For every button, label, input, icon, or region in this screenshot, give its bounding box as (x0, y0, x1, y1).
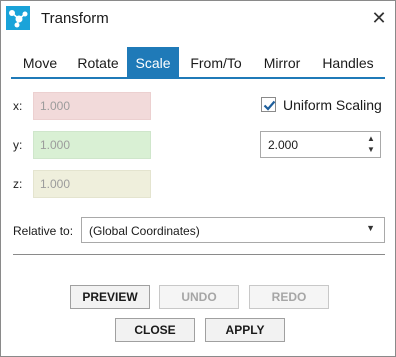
z-scale-field[interactable]: 1.000 (33, 170, 151, 198)
apply-button[interactable]: APPLY (205, 318, 285, 342)
close-icon[interactable]: ✕ (369, 7, 389, 29)
preview-button[interactable]: PREVIEW (70, 285, 150, 309)
tab-rotate[interactable]: Rotate (69, 47, 127, 77)
spin-up-icon[interactable]: ▲ (366, 134, 376, 144)
x-scale-field[interactable]: 1.000 (33, 92, 151, 120)
relative-to-label: Relative to: (13, 224, 74, 238)
spin-down-icon[interactable]: ▼ (366, 145, 376, 155)
dropdown-arrow-icon[interactable]: ▼ (366, 223, 375, 233)
relative-to-value: (Global Coordinates) (89, 224, 200, 238)
z-label: z: (13, 177, 23, 191)
y-scale-field[interactable]: 1.000 (33, 131, 151, 159)
x-label: x: (13, 99, 23, 113)
uniform-scaling-checkbox[interactable] (261, 97, 276, 112)
undo-button[interactable]: UNDO (159, 285, 239, 309)
tab-move[interactable]: Move (11, 47, 69, 77)
tab-from-to[interactable]: From/To (179, 47, 253, 77)
title-bar[interactable]: Transform ✕ (1, 1, 395, 37)
uniform-scaling-label: Uniform Scaling (283, 97, 382, 113)
tab-scale[interactable]: Scale (127, 47, 179, 77)
tab-handles[interactable]: Handles (311, 47, 385, 77)
checkmark-icon (263, 100, 276, 111)
tab-bar: Move Rotate Scale From/To Mirror Handles (11, 47, 385, 79)
tab-mirror[interactable]: Mirror (253, 47, 311, 77)
y-label: y: (13, 138, 23, 152)
uniform-scale-spinner[interactable]: 2.000 ▲ ▼ (260, 131, 381, 158)
molecule-icon (6, 6, 30, 30)
window-title: Transform (41, 10, 109, 27)
close-button[interactable]: CLOSE (115, 318, 195, 342)
uniform-scale-value[interactable]: 2.000 (268, 138, 298, 152)
transform-dialog: Transform ✕ Move Rotate Scale From/To Mi… (0, 0, 396, 357)
redo-button[interactable]: REDO (249, 285, 329, 309)
relative-to-dropdown[interactable]: (Global Coordinates) ▼ (81, 217, 385, 243)
divider (13, 254, 385, 255)
